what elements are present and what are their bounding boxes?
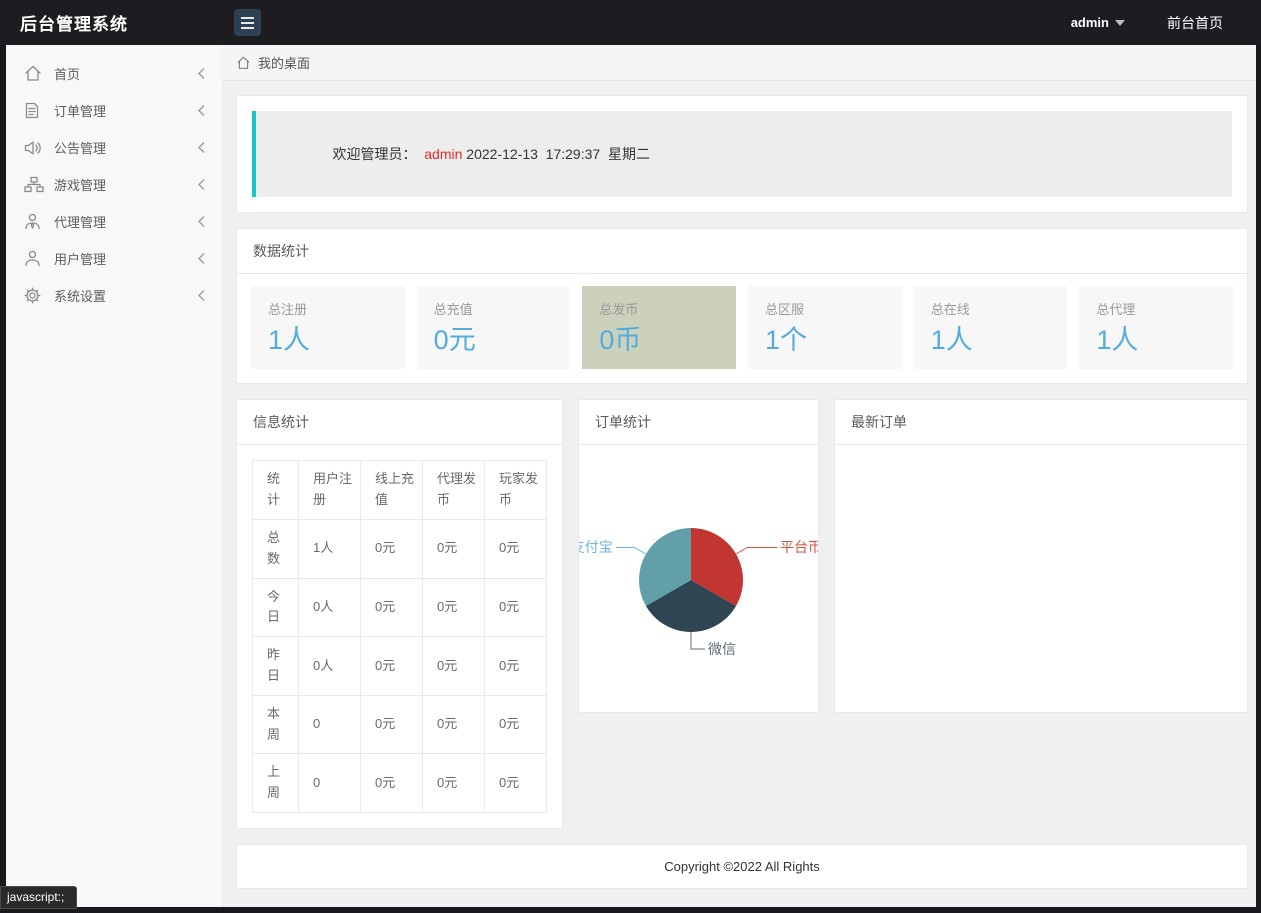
info-stats-table: 统计 用户注册 线上充值 代理发币 玩家发币 总数 1人 0元 (252, 460, 547, 813)
sidebar-item-home[interactable]: 首页 (6, 55, 222, 92)
home-icon (24, 65, 44, 83)
app-frame: 首页 订单管理 公告管理 游戏管理 (6, 45, 1256, 907)
app-title: 后台管理系统 (0, 10, 222, 35)
breadcrumb-label: 我的桌面 (258, 53, 310, 72)
sidebar-item-announcements[interactable]: 公告管理 (6, 129, 222, 166)
table-row: 今日 0人 0元 0元 0元 (253, 578, 547, 637)
status-bar-tooltip: javascript:; (0, 886, 77, 909)
agent-icon (24, 213, 44, 231)
chevron-left-icon (197, 67, 206, 80)
order-pie-chart[interactable]: 平台币 微信 支付宝 (579, 445, 818, 712)
stat-cards: 总注册 1人 总充值 0元 总发币 0币 总区服 (237, 274, 1247, 383)
main-area: 我的桌面 欢迎管理员： admin 2022-12-13 17:29:37 星期… (222, 45, 1256, 907)
chevron-left-icon (197, 104, 206, 117)
footer: Copyright ©2022 All Rights (236, 844, 1248, 889)
sidebar: 首页 订单管理 公告管理 游戏管理 (6, 45, 222, 907)
pie-label-wechat: 微信 (708, 641, 736, 657)
pie-leader-platform-coin (736, 548, 777, 555)
panel-title: 订单统计 (579, 400, 818, 445)
table-row: 总数 1人 0元 0元 0元 (253, 519, 547, 578)
chevron-left-icon (197, 289, 206, 302)
chevron-down-icon (1115, 20, 1125, 26)
stat-card-total-coins[interactable]: 总发币 0币 (582, 286, 736, 369)
sidebar-item-games[interactable]: 游戏管理 (6, 166, 222, 203)
top-header-bar: 后台管理系统 admin 前台首页 (0, 0, 1261, 45)
table-row: 昨日 0人 0元 0元 0元 (253, 637, 547, 696)
latest-orders-panel: 最新订单 (834, 399, 1248, 713)
breadcrumb: 我的桌面 (222, 45, 1256, 81)
sidebar-item-agents[interactable]: 代理管理 (6, 203, 222, 240)
table-row: 上周 0 0元 0元 0元 (253, 754, 547, 813)
stat-card-total-recharge[interactable]: 总充值 0元 (417, 286, 571, 369)
gear-icon (24, 287, 44, 305)
sidebar-toggle-button[interactable] (234, 9, 261, 36)
speaker-icon (24, 139, 44, 157)
pie-label-platform-coin: 平台币 (780, 539, 818, 555)
sidebar-item-orders[interactable]: 订单管理 (6, 92, 222, 129)
data-stats-panel: 数据统计 总注册 1人 总充值 0元 总发币 0币 (236, 228, 1248, 384)
user-icon (24, 250, 44, 268)
panel-title: 信息统计 (237, 400, 562, 445)
document-icon (24, 102, 44, 120)
stat-card-total-online[interactable]: 总在线 1人 (914, 286, 1068, 369)
info-stats-panel: 信息统计 统计 用户注册 线上充值 代理发币 玩家发币 (236, 399, 563, 829)
pie-leader-alipay (616, 548, 646, 555)
table-row: 本周 0 0元 0元 0元 (253, 695, 547, 754)
stat-card-total-registered[interactable]: 总注册 1人 (251, 286, 405, 369)
chevron-left-icon (197, 252, 206, 265)
page: 后台管理系统 admin 前台首页 首页 (0, 0, 1261, 913)
front-site-link[interactable]: 前台首页 (1167, 13, 1223, 33)
chevron-left-icon (197, 141, 206, 154)
table-header-row: 统计 用户注册 线上充值 代理发币 玩家发币 (253, 461, 547, 520)
welcome-panel: 欢迎管理员： admin 2022-12-13 17:29:37 星期二 (236, 95, 1248, 213)
panel-title: 数据统计 (237, 229, 1247, 274)
order-stats-panel: 订单统计 (578, 399, 819, 713)
sidebar-item-users[interactable]: 用户管理 (6, 240, 222, 277)
latest-orders-empty-body (835, 445, 1247, 712)
hamburger-icon (241, 17, 254, 19)
pie-leader-wechat (691, 632, 705, 649)
chevron-left-icon (197, 178, 206, 191)
sidebar-item-settings[interactable]: 系统设置 (6, 277, 222, 314)
home-icon (236, 56, 251, 70)
sitemap-icon (24, 176, 44, 194)
welcome-message: 欢迎管理员： admin 2022-12-13 17:29:37 星期二 (252, 111, 1232, 197)
content: 欢迎管理员： admin 2022-12-13 17:29:37 星期二 数据统… (222, 81, 1256, 907)
stat-card-total-servers[interactable]: 总区服 1个 (748, 286, 902, 369)
welcome-admin-name: admin (424, 146, 462, 162)
stat-card-total-agents[interactable]: 总代理 1人 (1079, 286, 1233, 369)
user-name: admin (1071, 15, 1109, 30)
chevron-left-icon (197, 215, 206, 228)
panel-title: 最新订单 (835, 400, 1247, 445)
user-dropdown[interactable]: admin (1071, 15, 1125, 30)
pie-label-alipay: 支付宝 (579, 539, 613, 555)
